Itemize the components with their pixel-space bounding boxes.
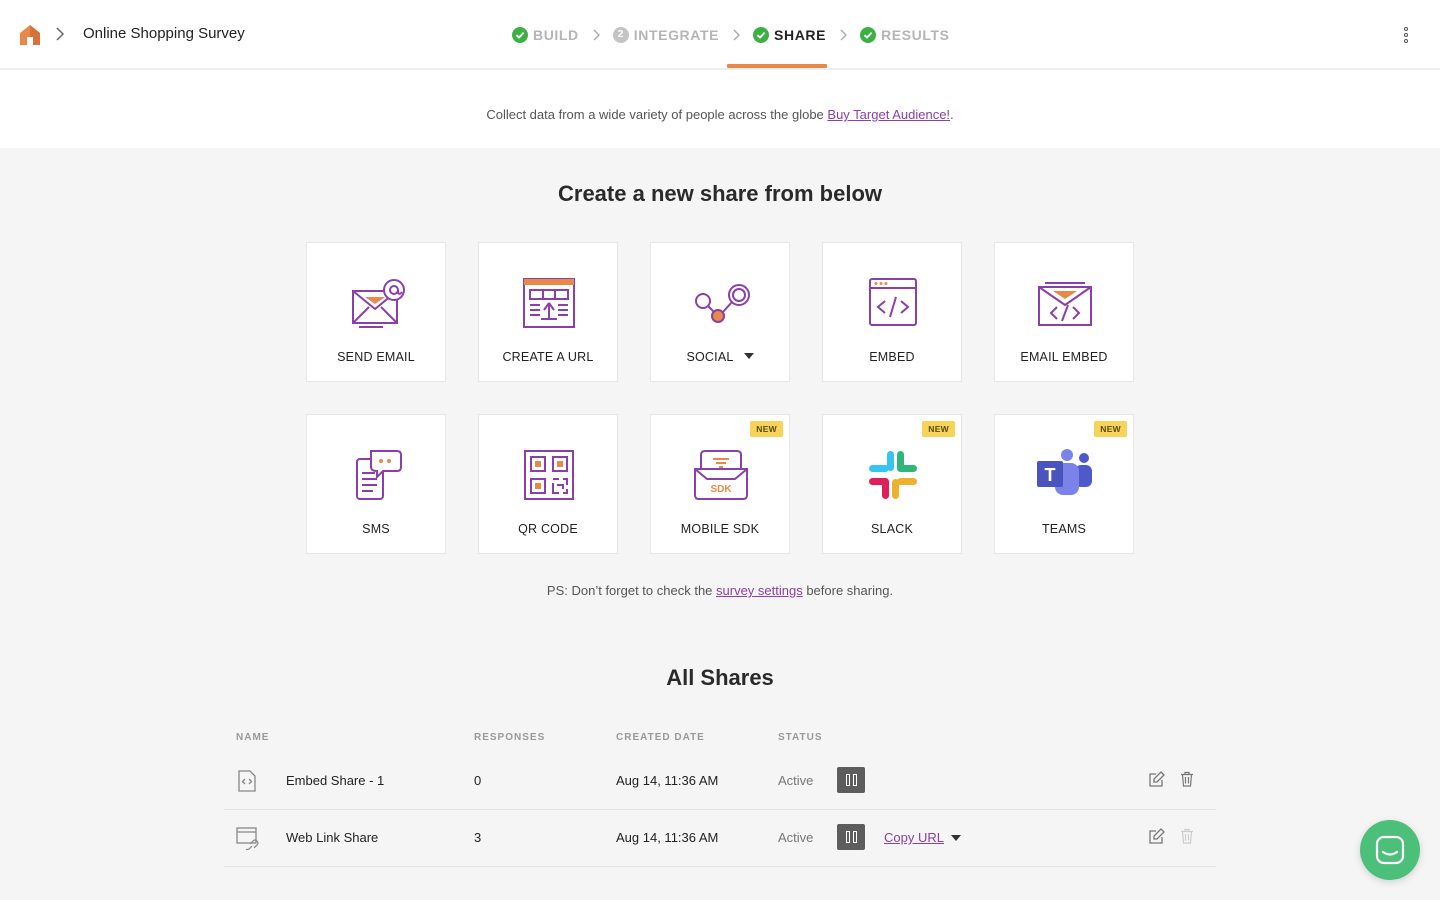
share-card-label: MOBILE SDK [680,522,760,536]
slack-icon [869,451,917,499]
share-card-email-embed[interactable]: EMAIL EMBED [994,242,1134,382]
trash-icon[interactable] [1179,771,1195,787]
mobile-sdk-icon: SDK [694,450,748,500]
pause-button[interactable] [837,767,865,793]
column-header-name: NAME [236,732,270,743]
share-name[interactable]: Embed Share - 1 [286,773,384,788]
share-card-label: TEAMS [1041,522,1087,536]
email-icon [352,279,405,328]
embed-icon [869,278,917,326]
step-results-label: RESULTS [881,27,950,43]
chevron-right-icon [733,29,741,41]
step-build[interactable]: BUILD [512,27,579,43]
sms-icon [356,450,402,500]
column-header-created-date: CREATED DATE [616,732,705,743]
share-card-slack[interactable]: NEW SLACK [822,414,962,554]
share-card-qr-code[interactable]: QR CODE [478,414,618,554]
share-card-label: QR CODE [518,522,578,536]
table-row: Web Link Share 3 Aug 14, 11:36 AM Active… [224,810,1216,867]
share-responses: 3 [474,830,482,845]
email-embed-icon [1038,282,1092,326]
url-icon [523,278,575,328]
step-share-label: SHARE [774,27,827,43]
social-label: SOCIAL [686,350,734,364]
check-circle-icon [753,27,770,43]
edit-icon[interactable] [1149,828,1165,844]
share-responses: 0 [474,773,482,788]
share-card-label: SEND EMAIL [337,350,415,364]
copy-url-dropdown-icon[interactable] [951,835,961,841]
share-status: Active [778,830,814,845]
step-nav: BUILD 2 INTEGRATE SHARE RESULTS [512,24,950,46]
new-badge: NEW [922,421,955,437]
chat-launcher-button[interactable] [1360,820,1420,880]
share-card-label: SLACK [871,522,913,536]
create-share-title: Create a new share from below [558,181,882,206]
all-shares-title: All Shares [666,665,774,690]
share-card-label: SOCIAL [651,350,789,364]
table-row: Embed Share - 1 0 Aug 14, 11:36 AM Activ… [224,753,1216,810]
pause-button[interactable] [837,824,865,850]
new-badge: NEW [750,421,783,437]
home-icon[interactable] [19,24,41,46]
share-card-sms[interactable]: SMS [306,414,446,554]
check-circle-icon [860,27,877,43]
chat-icon [1375,835,1405,865]
share-name[interactable]: Web Link Share [286,830,378,845]
step-number-badge: 2 [612,27,629,43]
more-options-icon[interactable] [1396,24,1416,46]
ps-suffix: before sharing. [802,583,894,598]
survey-settings-link[interactable]: survey settings [716,583,803,598]
step-integrate[interactable]: 2 INTEGRATE [612,27,720,43]
trash-icon [1181,828,1193,844]
top-bar: Online Shopping Survey BUILD 2 INTEGRATE… [0,0,1440,69]
teams-icon: T [1037,449,1092,495]
promo-banner: Collect data from a wide variety of peop… [0,70,1440,148]
qr-code-icon [524,450,574,500]
share-card-social[interactable]: SOCIAL [650,242,790,382]
share-card-label: CREATE A URL [502,350,594,364]
share-card-embed[interactable]: EMBED [822,242,962,382]
sdk-text: SDK [710,484,732,495]
promo-text: Collect data from a wide variety of peop… [486,107,828,122]
share-card-label: SMS [362,522,390,536]
share-card-mobile-sdk[interactable]: NEW SDK MOBILE SDK [650,414,790,554]
ps-prefix: PS: Don’t forget to check the [546,583,717,598]
teams-letter: T [1045,465,1056,485]
survey-title[interactable]: Online Shopping Survey [83,25,245,42]
promo-suffix: . [950,107,954,122]
breadcrumb-chevron-icon [56,27,65,41]
column-header-responses: RESPONSES [474,732,546,743]
web-link-icon [236,827,259,850]
new-badge: NEW [1094,421,1127,437]
share-card-label: EMBED [869,350,915,364]
step-share[interactable]: SHARE [753,27,826,43]
step-build-label: BUILD [533,27,579,43]
step-results[interactable]: RESULTS [860,27,950,43]
buy-target-audience-link[interactable]: Buy Target Audience! [827,107,950,122]
share-card-create-url[interactable]: CREATE A URL [478,242,618,382]
share-created-date: Aug 14, 11:36 AM [616,773,719,788]
copy-url-link[interactable]: Copy URL [884,830,944,845]
chevron-right-icon [593,29,600,41]
share-card-label: EMAIL EMBED [1020,350,1108,364]
active-step-indicator [727,64,827,68]
dropdown-caret-icon[interactable] [743,353,754,359]
share-status: Active [778,773,814,788]
edit-icon[interactable] [1149,771,1165,787]
settings-reminder: PS: Don’t forget to check the survey set… [0,583,1440,598]
share-created-date: Aug 14, 11:36 AM [616,830,719,845]
check-circle-icon [512,27,528,43]
step-integrate-label: INTEGRATE [633,27,720,43]
column-header-status: STATUS [778,732,823,743]
social-icon [695,284,750,323]
share-card-teams[interactable]: NEW T TEAMS [994,414,1134,554]
embed-share-icon [238,770,256,792]
share-card-send-email[interactable]: SEND EMAIL [306,242,446,382]
chevron-right-icon [840,29,848,41]
